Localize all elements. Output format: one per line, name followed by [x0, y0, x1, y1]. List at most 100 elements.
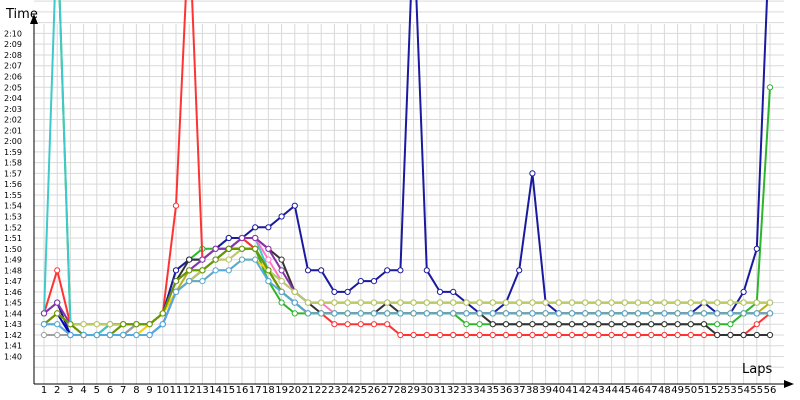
- data-point: [634, 321, 642, 328]
- x-tick-label: 11: [170, 385, 183, 396]
- data-point: [608, 331, 615, 339]
- data-point: [608, 321, 615, 328]
- data-point: [674, 331, 681, 339]
- data-point: [595, 299, 602, 306]
- data-point: [740, 288, 747, 295]
- data-point: [674, 321, 681, 328]
- x-tick-label: 43: [592, 385, 605, 396]
- x-tick-label: 27: [381, 385, 394, 396]
- data-point: [397, 331, 404, 339]
- data-point: [766, 331, 774, 339]
- data-point: [661, 310, 668, 317]
- y-tick-label: 1:41: [4, 342, 22, 351]
- data-point: [687, 299, 694, 306]
- series-line: [43, 0, 768, 336]
- data-point: [450, 310, 457, 317]
- data-point: [159, 321, 166, 328]
- data-point: [568, 331, 576, 339]
- data-point: [291, 310, 298, 317]
- x-tick-label: 49: [671, 385, 684, 396]
- data-point: [661, 299, 668, 306]
- data-point: [93, 321, 100, 328]
- data-point: [582, 299, 589, 306]
- data-point: [450, 288, 457, 295]
- data-point: [370, 278, 378, 285]
- data-point: [252, 245, 259, 252]
- y-tick-label: 2:00: [4, 137, 22, 146]
- data-point: [225, 234, 232, 242]
- data-point: [67, 321, 74, 328]
- data-point: [489, 331, 496, 339]
- data-point: [265, 267, 272, 274]
- data-point: [661, 331, 668, 339]
- y-tick-label: 2:04: [4, 94, 22, 103]
- y-tick-label: 1:40: [4, 353, 22, 362]
- data-point: [54, 331, 61, 339]
- data-point: [370, 299, 378, 306]
- x-tick-label: 37: [513, 385, 526, 396]
- data-point: [278, 213, 285, 220]
- data-point: [489, 321, 496, 328]
- data-point: [766, 84, 774, 91]
- data-point: [331, 288, 338, 295]
- data-point: [516, 299, 523, 306]
- x-tick-label: 15: [222, 385, 235, 396]
- data-point: [516, 267, 523, 274]
- x-tick-label: 14: [209, 385, 222, 396]
- data-point: [714, 321, 721, 328]
- y-tick-label: 1:47: [4, 277, 22, 286]
- data-point: [199, 267, 206, 274]
- data-point: [621, 299, 628, 306]
- data-point: [502, 310, 510, 317]
- data-point: [595, 321, 602, 328]
- x-tick-label: 30: [420, 385, 433, 396]
- data-point: [278, 288, 285, 295]
- data-point: [555, 310, 562, 317]
- data-point: [450, 299, 457, 306]
- data-point: [318, 267, 325, 274]
- data-point: [529, 299, 536, 306]
- data-point: [687, 310, 694, 317]
- data-point: [54, 321, 61, 328]
- x-tick-label: 6: [107, 385, 113, 396]
- data-point: [529, 331, 536, 339]
- data-point: [634, 331, 642, 339]
- series: [40, 0, 774, 339]
- data-point: [714, 299, 721, 306]
- x-tick-label: 45: [618, 385, 631, 396]
- series: [40, 0, 774, 339]
- data-point: [120, 321, 127, 328]
- data-point: [766, 299, 774, 306]
- data-point: [687, 321, 694, 328]
- data-point: [700, 321, 708, 328]
- y-tick-label: 1:55: [4, 191, 22, 200]
- data-point: [159, 310, 166, 317]
- x-tick-label: 2: [54, 385, 60, 396]
- x-tick-label: 54: [737, 385, 750, 396]
- y-tick-label: 1:45: [4, 299, 22, 308]
- y-tick-label: 1:56: [4, 180, 22, 189]
- data-point: [621, 321, 628, 328]
- data-point: [502, 299, 510, 306]
- data-point: [542, 310, 549, 317]
- data-point: [384, 299, 391, 306]
- data-point: [674, 310, 681, 317]
- x-tick-label: 50: [684, 385, 697, 396]
- data-point: [199, 278, 206, 285]
- data-point: [384, 310, 391, 317]
- data-point: [120, 331, 127, 339]
- data-point: [238, 256, 246, 263]
- data-point: [304, 299, 312, 306]
- y-tick-label: 2:02: [4, 116, 22, 125]
- data-point: [542, 331, 549, 339]
- data-point: [318, 299, 325, 306]
- data-point: [357, 310, 364, 317]
- data-point: [212, 256, 219, 263]
- data-point: [133, 331, 140, 339]
- data-point: [93, 331, 100, 339]
- data-point: [753, 331, 760, 339]
- data-point: [476, 321, 483, 328]
- data-point: [344, 299, 351, 306]
- y-tick-label: 2:08: [4, 51, 22, 60]
- series-line: [43, 0, 770, 336]
